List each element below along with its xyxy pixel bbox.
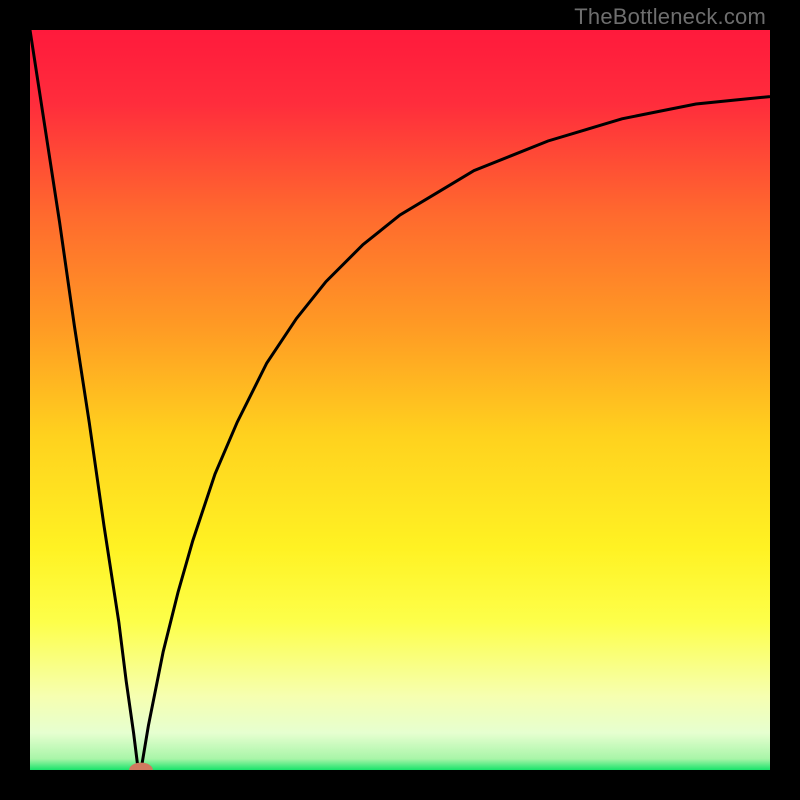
chart-background bbox=[30, 30, 770, 770]
chart-frame bbox=[30, 30, 770, 770]
watermark-text: TheBottleneck.com bbox=[574, 4, 766, 30]
bottleneck-chart bbox=[30, 30, 770, 770]
